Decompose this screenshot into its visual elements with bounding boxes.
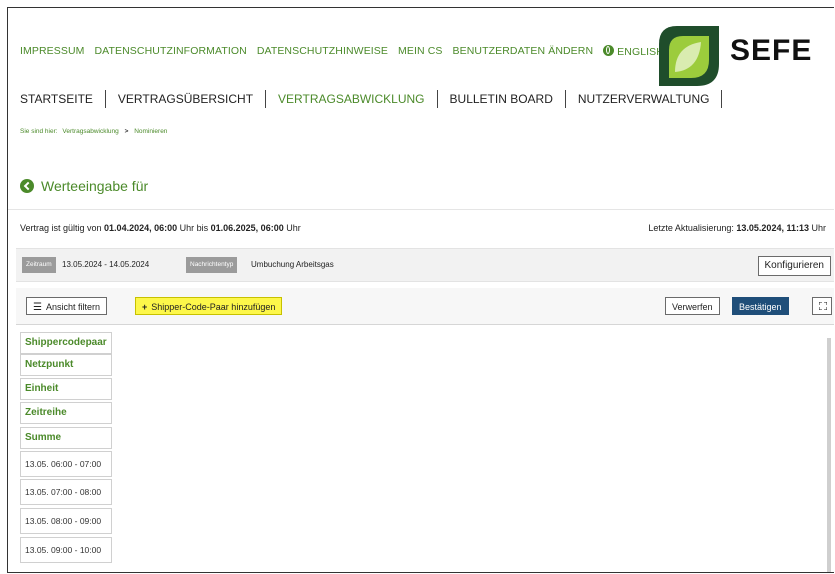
grid-time-row: 13.05. 09:00 - 10:00 <box>20 537 112 563</box>
toolbar: ☰ Ansicht filtern + Shipper-Code-Paar hinz… <box>16 288 834 325</box>
breadcrumb: Sie sind hier: Vertragsabwicklung > Nomi… <box>20 128 167 135</box>
globe-icon <box>603 45 615 56</box>
ansicht-filtern-button[interactable]: ☰ Ansicht filtern <box>26 297 107 315</box>
bestaetigen-button[interactable]: Bestätigen <box>732 297 789 315</box>
nav-vertragsabwicklung[interactable]: VERTRAGSABWICKLUNG <box>266 90 438 108</box>
nav-vertragsuebersicht[interactable]: VERTRAGSÜBERSICHT <box>106 90 267 108</box>
filter-bar: Zeitraum 13.05.2024 - 14.05.2024 Nachric… <box>16 248 834 282</box>
contract-validity: Vertrag ist gültig von 01.04.2024, 06:00… <box>20 223 301 233</box>
plus-icon: + <box>142 302 148 312</box>
app-window: IMPRESSUM DATENSCHUTZINFORMATION DATENSC… <box>7 7 834 573</box>
nav-bulletin-board[interactable]: BULLETIN BOARD <box>438 90 566 108</box>
grid-time-row: 13.05. 06:00 - 07:00 <box>20 451 112 477</box>
validity-from: 01.04.2024, 06:00 <box>104 223 178 233</box>
top-links: IMPRESSUM DATENSCHUTZINFORMATION DATENSC… <box>20 45 674 58</box>
ansicht-filtern-label: Ansicht filtern <box>45 302 100 312</box>
validity-mid: Uhr bis <box>177 223 211 233</box>
page-title-text: Werteeingabe für <box>41 178 149 194</box>
grid-header-zeitreihe: Zeitreihe <box>20 402 112 424</box>
divider <box>8 209 834 210</box>
page-title: Werteeingabe für <box>20 178 148 194</box>
link-impressum[interactable]: IMPRESSUM <box>20 45 85 58</box>
sefe-logo-text: SEFE <box>730 34 813 67</box>
sefe-logo-icon <box>659 26 719 86</box>
nav-startseite[interactable]: STARTSEITE <box>20 90 106 108</box>
verwerfen-button[interactable]: Verwerfen <box>665 297 720 315</box>
nachrichtentyp-tag: Nachrichtentyp <box>186 257 238 273</box>
breadcrumb-prefix: Sie sind hier: <box>20 128 58 135</box>
grid-header-shippercodepaar: Shippercodepaar <box>20 332 112 354</box>
back-icon[interactable] <box>20 179 34 193</box>
breadcrumb-nominieren: Nominieren <box>134 128 168 135</box>
vertical-scrollbar[interactable] <box>827 338 831 572</box>
zeitraum-value: 13.05.2024 - 14.05.2024 <box>62 260 150 269</box>
add-shipper-code-pair-button[interactable]: + Shipper-Code-Paar hinzufügen <box>135 297 283 315</box>
update-value: 13.05.2024, 11:13 <box>736 223 809 233</box>
main-nav: STARTSEITE VERTRAGSÜBERSICHT VERTRAGSABW… <box>20 90 723 108</box>
grid-header-netzpunkt: Netzpunkt <box>20 354 112 376</box>
validity-suffix: Uhr <box>283 223 301 233</box>
validity-to: 01.06.2025, 06:00 <box>210 223 284 233</box>
breadcrumb-separator: > <box>124 128 129 135</box>
grid-header-summe: Summe <box>20 427 112 449</box>
nav-nutzerverwaltung[interactable]: NUTZERVERWALTUNG <box>566 90 723 108</box>
breadcrumb-vertragsabwicklung[interactable]: Vertragsabwicklung <box>62 128 118 135</box>
update-prefix: Letzte Aktualisierung: <box>648 223 737 233</box>
nachrichtentyp-value: Umbuchung Arbeitsgas <box>251 260 334 269</box>
grid-header-einheit: Einheit <box>20 378 112 400</box>
link-datenschutzinformation[interactable]: DATENSCHUTZINFORMATION <box>95 45 247 58</box>
zeitraum-tag: Zeitraum <box>22 257 56 273</box>
update-suffix: Uhr <box>808 223 826 233</box>
last-update: Letzte Aktualisierung: 13.05.2024, 11:13… <box>648 223 826 233</box>
fullscreen-button[interactable] <box>812 297 832 315</box>
link-mein-cs[interactable]: MEIN CS <box>398 45 442 58</box>
fullscreen-icon <box>819 302 827 310</box>
link-datenschutzhinweise[interactable]: DATENSCHUTZHINWEISE <box>257 45 388 58</box>
add-shipper-code-pair-label: Shipper-Code-Paar hinzufügen <box>151 302 276 312</box>
validity-prefix: Vertrag ist gültig von <box>20 223 105 233</box>
grid-time-row: 13.05. 08:00 - 09:00 <box>20 508 112 534</box>
link-benutzerdaten-aendern[interactable]: BENUTZERDATEN ÄNDERN <box>453 45 594 58</box>
filter-icon: ☰ <box>33 302 42 313</box>
data-grid: Shippercodepaar Netzpunkt Einheit Zeitre… <box>16 332 834 572</box>
grid-time-row: 13.05. 07:00 - 08:00 <box>20 479 112 505</box>
konfigurieren-button[interactable]: Konfigurieren <box>757 256 831 276</box>
